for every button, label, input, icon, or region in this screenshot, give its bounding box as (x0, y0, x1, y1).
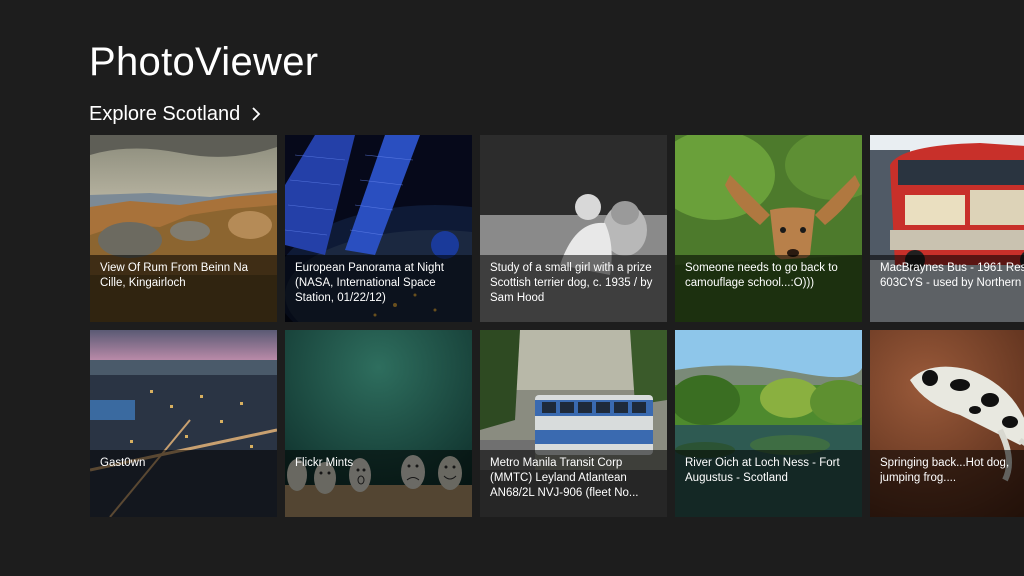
photo-caption: Springing back...Hot dog, jumping frog..… (870, 450, 1024, 517)
photo-caption: Flickr Mints (285, 450, 472, 517)
photo-caption: Metro Manila Transit Corp (MMTC) Leyland… (480, 450, 667, 517)
photo-caption-text: Flickr Mints (295, 457, 354, 469)
chevron-right-icon (248, 106, 264, 122)
photo-tile[interactable]: MacBraynes Bus - 1961 Restored Bedford C… (870, 135, 1024, 322)
photo-grid: View Of Rum From Beinn Na Cille, Kingair… (90, 135, 1024, 517)
photo-caption-text: View Of Rum From Beinn Na Cille, Kingair… (100, 262, 249, 289)
photo-caption: MacBraynes Bus - 1961 Restored Bedford C… (870, 255, 1024, 322)
group-header-label: Explore Scotland (89, 103, 241, 125)
photo-tile[interactable]: Someone needs to go back to camouflage s… (675, 135, 862, 322)
photo-caption-text: MacBraynes Bus - 1961 Restored Bedford C… (880, 262, 1024, 289)
photo-tile[interactable]: View Of Rum From Beinn Na Cille, Kingair… (90, 135, 277, 322)
photo-caption-text: Study of a small girl with a prize Scott… (490, 262, 653, 304)
photo-caption: River Oich at Loch Ness - Fort Augustus … (675, 450, 862, 517)
photo-tile[interactable]: River Oich at Loch Ness - Fort Augustus … (675, 330, 862, 517)
photo-caption: Someone needs to go back to camouflage s… (675, 255, 862, 322)
app-window: PhotoViewer Explore Scotland View Of Rum… (0, 0, 1024, 576)
photo-caption: View Of Rum From Beinn Na Cille, Kingair… (90, 255, 277, 322)
photo-caption-text: Springing back...Hot dog, jumping frog..… (880, 457, 1010, 484)
photo-tile[interactable]: Study of a small girl with a prize Scott… (480, 135, 667, 322)
photo-caption: European Panorama at Night (NASA, Intern… (285, 255, 472, 322)
group-header-explore-scotland[interactable]: Explore Scotland (89, 100, 264, 128)
photo-tile[interactable]: Flickr Mints (285, 330, 472, 517)
photo-tile[interactable]: European Panorama at Night (NASA, Intern… (285, 135, 472, 322)
photo-caption-text: River Oich at Loch Ness - Fort Augustus … (685, 457, 840, 484)
photo-caption: Gast0wn (90, 450, 277, 517)
photo-tile[interactable]: Gast0wn (90, 330, 277, 517)
photo-tile[interactable]: Springing back...Hot dog, jumping frog..… (870, 330, 1024, 517)
photo-caption-text: Someone needs to go back to camouflage s… (685, 262, 838, 289)
photo-caption-text: Gast0wn (100, 457, 146, 469)
photo-caption-text: European Panorama at Night (NASA, Intern… (295, 262, 444, 304)
photo-caption: Study of a small girl with a prize Scott… (480, 255, 667, 322)
photo-caption-text: Metro Manila Transit Corp (MMTC) Leyland… (490, 457, 639, 499)
photo-tile[interactable]: Metro Manila Transit Corp (MMTC) Leyland… (480, 330, 667, 517)
app-title: PhotoViewer (89, 40, 319, 84)
